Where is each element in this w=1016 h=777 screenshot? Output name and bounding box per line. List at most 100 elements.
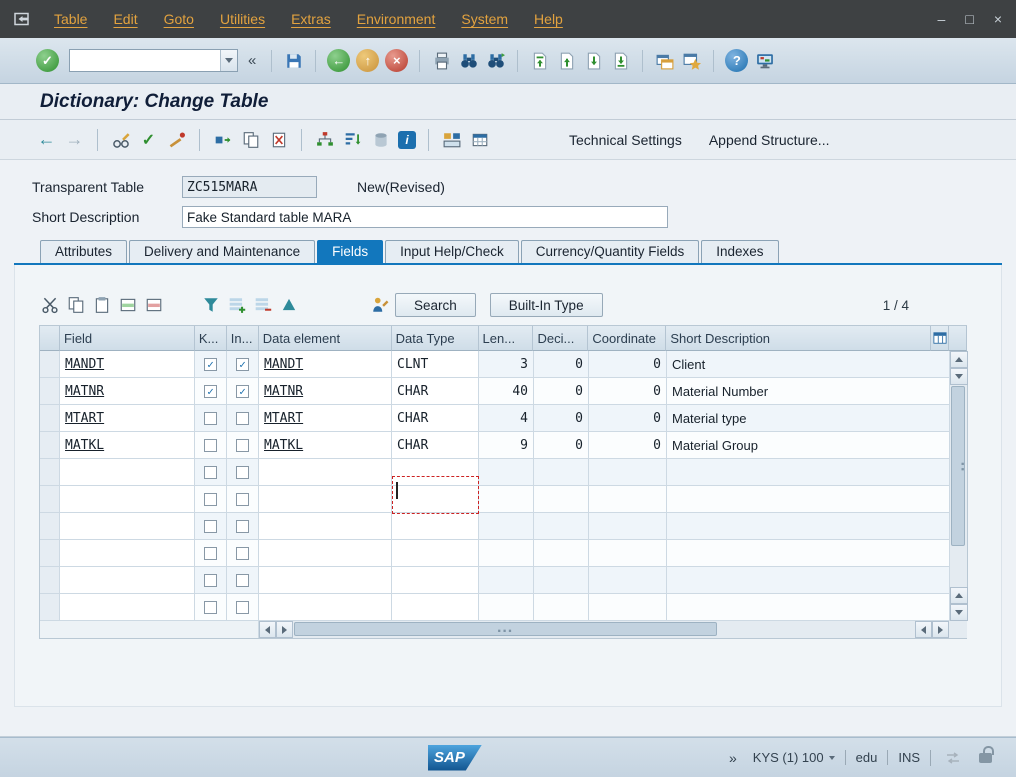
cell-short-description[interactable] <box>667 513 950 540</box>
cell-data-type[interactable] <box>392 594 479 621</box>
cell-data-type[interactable]: CHAR <box>392 378 479 405</box>
header-selector-column[interactable] <box>40 326 60 351</box>
cell-data-element[interactable] <box>259 567 392 594</box>
field-link[interactable]: MTART <box>65 411 104 426</box>
print-icon[interactable] <box>431 50 452 71</box>
cancel-icon[interactable]: × <box>385 49 409 72</box>
previous-page-icon[interactable] <box>556 50 577 71</box>
copy-icon[interactable] <box>240 129 261 150</box>
cell-coordinate[interactable] <box>589 459 667 486</box>
cell-data-type[interactable] <box>392 459 479 486</box>
cell-coordinate[interactable]: 0 <box>589 378 667 405</box>
restore-icon[interactable]: □ <box>965 11 973 27</box>
key-checkbox[interactable]: ✓ <box>204 384 217 398</box>
horizontal-scroll-thumb[interactable] <box>294 622 717 641</box>
help-icon[interactable]: ? <box>725 49 749 72</box>
sort-ascending-icon[interactable] <box>278 295 299 316</box>
cell-data-type[interactable]: CLNT <box>392 351 479 378</box>
short-description-field[interactable] <box>182 206 668 228</box>
cell-short-description[interactable]: Material Group <box>667 432 950 459</box>
cell-decimals[interactable] <box>534 486 589 513</box>
command-field[interactable] <box>70 50 220 71</box>
cell-decimals[interactable] <box>534 567 589 594</box>
cell-field[interactable] <box>60 567 195 594</box>
cell-length[interactable]: 3 <box>479 351 534 378</box>
key-checkbox[interactable] <box>204 411 217 425</box>
cell-field[interactable] <box>60 594 195 621</box>
cell-short-description[interactable] <box>667 594 950 621</box>
info-icon[interactable]: i <box>398 130 416 149</box>
built-in-type-button[interactable]: Built-In Type <box>489 293 603 317</box>
continue-button[interactable]: ✓ <box>36 49 59 72</box>
cell-field[interactable] <box>60 513 195 540</box>
table-name-field[interactable] <box>182 176 317 198</box>
key-checkbox[interactable] <box>204 600 217 614</box>
cell-coordinate[interactable] <box>589 513 667 540</box>
tab-input-help-check[interactable]: Input Help/Check <box>385 240 519 263</box>
initial-checkbox[interactable]: ✓ <box>236 357 249 371</box>
tab-indexes[interactable]: Indexes <box>701 240 779 263</box>
cell-data-type[interactable] <box>392 513 479 540</box>
row-selector[interactable] <box>40 432 60 459</box>
tab-fields[interactable]: Fields <box>317 240 384 263</box>
database-utility-icon[interactable] <box>370 129 391 150</box>
cell-data-element[interactable]: MTART <box>259 405 392 432</box>
cell-key[interactable] <box>195 567 227 594</box>
next-screen-icon[interactable]: → <box>64 129 85 150</box>
cell-length[interactable] <box>479 459 534 486</box>
vertical-scroll-track[interactable] <box>950 385 967 587</box>
cell-data-element[interactable] <box>259 594 392 621</box>
cell-data-type[interactable]: CHAR <box>392 432 479 459</box>
status-expand-icon[interactable]: » <box>729 750 737 766</box>
cell-coordinate[interactable]: 0 <box>589 351 667 378</box>
initial-checkbox[interactable] <box>236 465 249 479</box>
scroll-end-right-button[interactable] <box>932 621 949 638</box>
cell-decimals[interactable] <box>534 459 589 486</box>
scroll-column-left-button[interactable] <box>259 621 276 638</box>
cell-initial[interactable] <box>227 459 259 486</box>
key-checkbox[interactable] <box>204 438 217 452</box>
cell-data-element[interactable] <box>259 540 392 567</box>
cell-short-description[interactable] <box>667 459 950 486</box>
status-system-dropdown-icon[interactable] <box>828 755 835 760</box>
cell-key[interactable]: ✓ <box>195 378 227 405</box>
row-selector[interactable] <box>40 594 60 621</box>
data-element-link[interactable]: MTART <box>264 411 303 426</box>
cell-data-type[interactable]: CHAR <box>392 405 479 432</box>
initial-checkbox[interactable] <box>236 411 249 425</box>
cell-decimals[interactable]: 0 <box>534 405 589 432</box>
close-icon[interactable]: × <box>994 11 1002 27</box>
menu-help[interactable]: Help <box>534 11 563 27</box>
column-header-k[interactable]: K... <box>194 326 227 351</box>
cell-key[interactable] <box>195 540 227 567</box>
initial-checkbox[interactable] <box>236 519 249 533</box>
column-header-field[interactable]: Field <box>59 326 195 351</box>
column-header-in[interactable]: In... <box>226 326 259 351</box>
cell-key[interactable] <box>195 459 227 486</box>
cell-field[interactable]: MATNR <box>60 378 195 405</box>
find-next-icon[interactable] <box>485 50 506 71</box>
cell-data-type[interactable] <box>392 540 479 567</box>
cell-initial[interactable]: ✓ <box>227 351 259 378</box>
key-checkbox[interactable] <box>204 465 217 479</box>
menu-goto[interactable]: Goto <box>164 11 194 27</box>
scroll-page-up-button[interactable] <box>950 587 968 604</box>
menu-table[interactable]: Table <box>54 11 87 27</box>
field-link[interactable]: MATNR <box>65 384 104 399</box>
back-icon[interactable]: ← <box>327 49 351 72</box>
initial-checkbox[interactable]: ✓ <box>236 384 249 398</box>
status-message-area[interactable] <box>0 738 428 777</box>
copy-rows-icon[interactable] <box>65 295 86 316</box>
sort-icon[interactable] <box>342 129 363 150</box>
insert-line-icon[interactable] <box>226 295 247 316</box>
cell-initial[interactable] <box>227 540 259 567</box>
cell-short-description[interactable]: Client <box>667 351 950 378</box>
cell-initial[interactable]: ✓ <box>227 378 259 405</box>
column-header-data-element[interactable]: Data element <box>258 326 392 351</box>
append-structure-button[interactable]: Append Structure... <box>699 128 840 152</box>
status-insert-mode[interactable]: INS <box>887 750 930 765</box>
menu-edit[interactable]: Edit <box>113 11 137 27</box>
scroll-line-down-button[interactable] <box>950 368 968 385</box>
save-icon[interactable] <box>283 50 304 71</box>
cell-key[interactable] <box>195 405 227 432</box>
